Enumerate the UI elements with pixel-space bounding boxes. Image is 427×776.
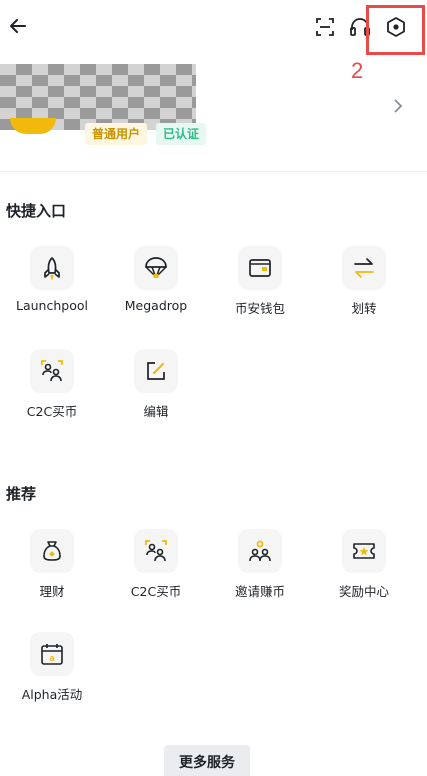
avatar [10,118,56,134]
alpha-calendar-icon: a [41,644,63,665]
annotation-highlight-box [366,5,425,55]
profile-card[interactable]: 普通用户 已认证 [0,60,427,160]
icon-box [238,246,282,290]
tile-label: 币安钱包 [234,301,285,316]
tile-label: Megadrop [124,298,188,313]
tile-earn[interactable]: 理财 [0,529,104,609]
icon-box [30,246,74,290]
tile-wallet[interactable]: 币安钱包 [208,246,312,326]
tile-label: 编辑 [143,404,169,419]
tile-label: 划转 [351,301,377,316]
invite-users-icon [249,540,271,562]
top-bar [0,0,427,56]
icon-box [134,349,178,393]
svg-text:a: a [49,653,55,663]
icon-box [134,529,178,573]
user-level-badge: 普通用户 [85,123,148,145]
tile-label: C2C买币 [26,404,78,419]
icon-box [238,529,282,573]
tile-label: 理财 [39,584,65,599]
more-services-button[interactable]: 更多服务 [164,745,250,776]
tile-label: Alpha活动 [21,687,83,702]
parachute-icon [145,257,167,278]
icon-box: a [30,632,74,676]
icon-box [342,529,386,573]
tile-megadrop[interactable]: Megadrop [104,246,208,326]
edit-icon [147,362,165,380]
icon-box [30,349,74,393]
tile-label: 奖励中心 [338,584,389,599]
tile-launchpool[interactable]: Launchpool [0,246,104,326]
icon-box [342,246,386,290]
profile-page: 2 普通用户 已认证 快捷入口 Launchpool Megadrop 币安钱包… [0,0,427,776]
money-bag-icon [43,541,61,561]
tile-rewards[interactable]: 奖励中心 [312,529,416,609]
tile-label: C2C买币 [130,584,182,599]
wallet-icon [249,259,271,277]
reward-ticket-icon [353,543,375,559]
scan-icon [316,18,334,36]
c2c-users-icon [145,540,167,562]
tile-c2c-buy-recommend[interactable]: C2C买币 [104,529,208,609]
c2c-users-icon [41,360,63,382]
recommend-title: 推荐 [6,485,37,503]
transfer-icon [354,258,374,278]
arrow-left-icon [10,19,26,33]
icon-box [30,529,74,573]
tile-label: 邀请赚币 [234,584,285,599]
tile-label: Launchpool [16,298,88,313]
scan-button[interactable] [312,14,338,40]
tile-edit[interactable]: 编辑 [104,349,208,429]
quick-access-title: 快捷入口 [6,202,67,220]
icon-box [134,246,178,290]
rocket-icon [44,257,60,280]
tile-invite[interactable]: 邀请赚币 [208,529,312,609]
verified-badge: 已认证 [156,123,207,145]
back-button[interactable] [6,14,30,38]
tile-alpha-events[interactable]: a Alpha活动 [0,632,104,712]
chevron-right-icon[interactable] [390,98,406,114]
tile-transfer[interactable]: 划转 [312,246,416,326]
tile-c2c-buy[interactable]: C2C买币 [0,349,104,429]
section-divider [0,171,427,172]
